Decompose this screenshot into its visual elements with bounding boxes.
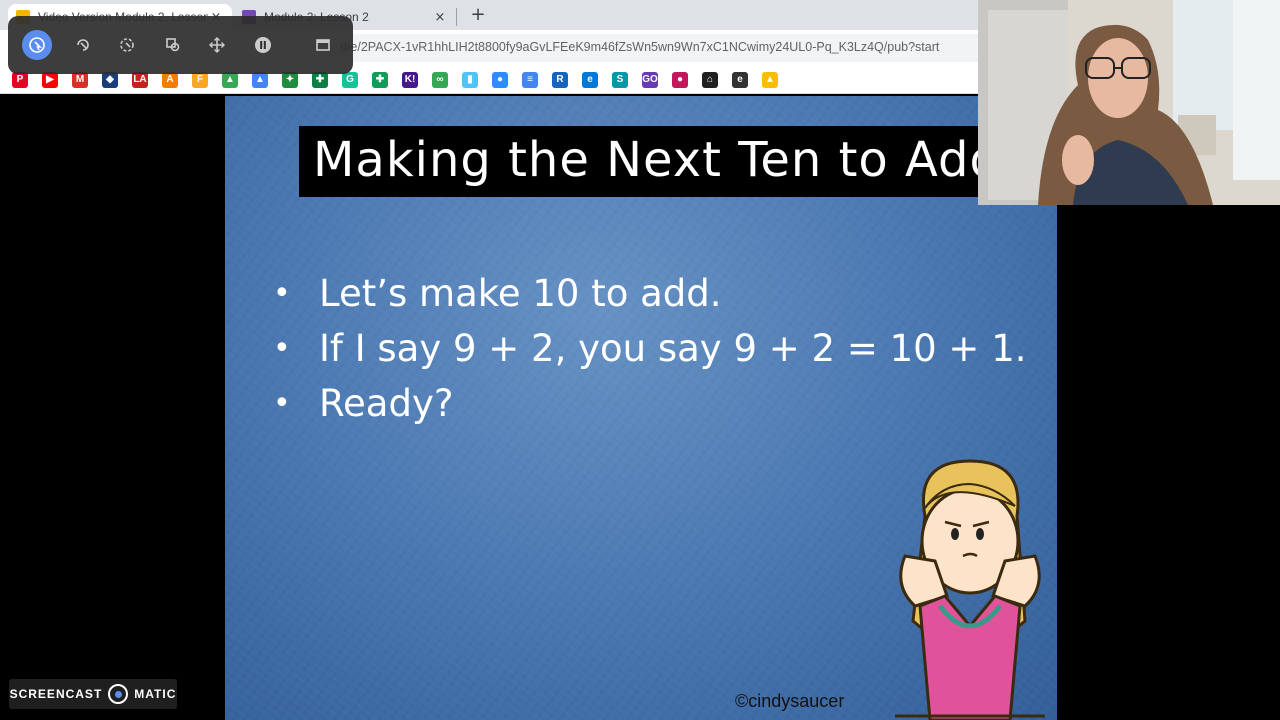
watermark-right: MATIC bbox=[134, 687, 177, 701]
select-icon[interactable] bbox=[112, 30, 142, 60]
person-icon[interactable]: ● bbox=[672, 71, 688, 88]
pointer-icon[interactable] bbox=[22, 30, 52, 60]
bullet-text: Let’s make 10 to add. bbox=[319, 272, 722, 315]
webcam-overlay[interactable] bbox=[978, 0, 1280, 205]
school-icon[interactable]: ⌂ bbox=[702, 71, 718, 88]
sheets-icon[interactable]: ✚ bbox=[372, 71, 388, 88]
bullet-item: • Let’s make 10 to add. bbox=[273, 266, 1027, 321]
url-field[interactable]: d/e/2PACX-1vR1hhLIH2t8800fy9aGvLFEeK9m46… bbox=[330, 34, 980, 62]
link-icon[interactable]: ∞ bbox=[432, 71, 448, 88]
docs-icon[interactable]: ≡ bbox=[522, 71, 538, 88]
kahoot-icon[interactable]: K! bbox=[402, 71, 418, 88]
new-tab-button[interactable]: + bbox=[468, 5, 488, 25]
thinking-girl-clipart bbox=[895, 459, 1045, 720]
bullet-text: If I say 9 + 2, you say 9 + 2 = 10 + 1. bbox=[319, 327, 1027, 370]
move-icon[interactable] bbox=[202, 30, 232, 60]
epic-icon[interactable]: e bbox=[732, 71, 748, 88]
bullet-dot: • bbox=[273, 331, 291, 366]
go-icon[interactable]: GO bbox=[642, 71, 658, 88]
redo-icon[interactable] bbox=[68, 30, 98, 60]
bullet-list: • Let’s make 10 to add. • If I say 9 + 2… bbox=[273, 266, 1027, 431]
close-icon[interactable]: × bbox=[432, 10, 448, 25]
bullet-item: • If I say 9 + 2, you say 9 + 2 = 10 + 1… bbox=[273, 321, 1027, 376]
bullet-dot: • bbox=[273, 386, 291, 421]
s-icon[interactable]: S bbox=[612, 71, 628, 88]
slide-credit: ©cindysaucer bbox=[735, 691, 845, 711]
drive-icon-3[interactable]: ▲ bbox=[762, 71, 778, 88]
chart-icon[interactable]: ▮ bbox=[462, 71, 478, 88]
bullet-text: Ready? bbox=[319, 382, 454, 425]
zoom-icon[interactable]: ● bbox=[492, 71, 508, 88]
recorder-toolbar bbox=[8, 16, 353, 74]
pause-icon[interactable] bbox=[248, 30, 278, 60]
presentation-slide: Making the Next Ten to Add • Let’s make … bbox=[225, 96, 1057, 720]
watermark-left: SCREENCAST bbox=[9, 687, 103, 701]
bullet-item: • Ready? bbox=[273, 376, 1027, 431]
screencast-watermark: SCREENCAST MATIC bbox=[9, 679, 177, 709]
edge-icon[interactable]: e bbox=[582, 71, 598, 88]
r-icon[interactable]: R bbox=[552, 71, 568, 88]
url-text: d/e/2PACX-1vR1hhLIH2t8800fy9aGvLFEeK9m46… bbox=[340, 40, 940, 54]
slide-title: Making the Next Ten to Add bbox=[313, 132, 1001, 188]
record-icon bbox=[108, 684, 129, 704]
screen: Video Version Module 2, Lesson × Module … bbox=[0, 0, 1280, 720]
window-icon[interactable] bbox=[308, 30, 338, 60]
bullet-dot: • bbox=[273, 276, 291, 311]
presenter-video bbox=[978, 0, 1280, 205]
crop-icon[interactable] bbox=[158, 30, 188, 60]
tab-divider bbox=[456, 8, 457, 26]
slide-title-bar: Making the Next Ten to Add bbox=[299, 126, 1057, 197]
